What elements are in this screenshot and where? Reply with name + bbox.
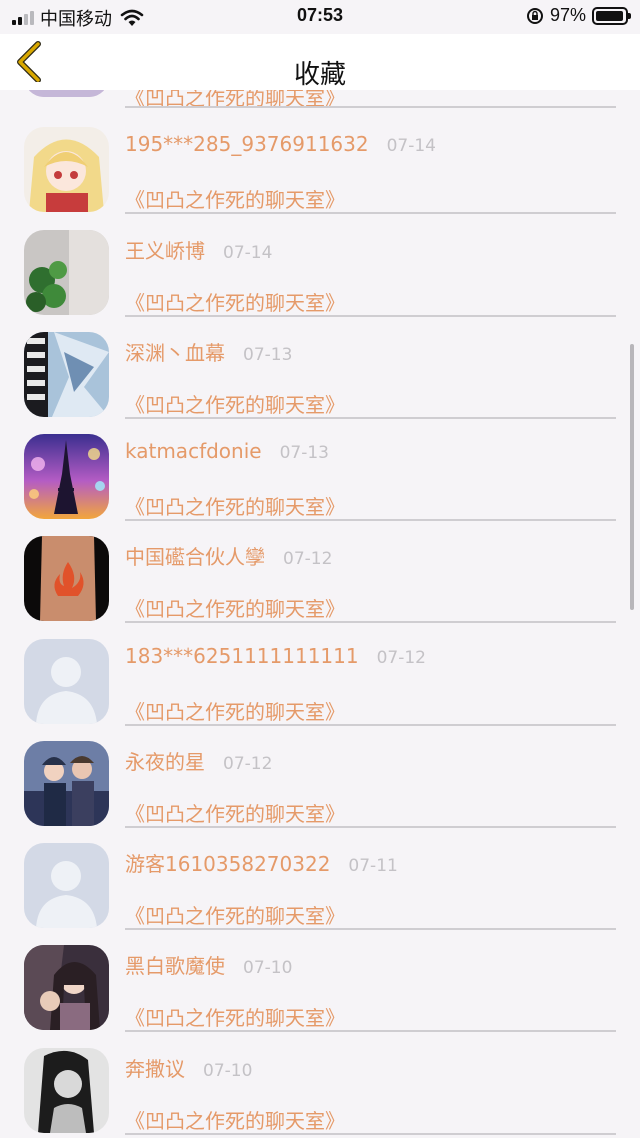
- list-item[interactable]: 中国礷合伙人孿 07-12 《凹凸之作死的聊天室》: [0, 536, 640, 641]
- favorites-list[interactable]: 《凹凸之作死的聊天室》 195***285_9376911632 07-14 《…: [0, 0, 640, 1138]
- date: 07-12: [283, 549, 333, 569]
- divider: [125, 212, 616, 214]
- avatar[interactable]: [24, 536, 109, 621]
- room-title[interactable]: 《凹凸之作死的聊天室》: [125, 900, 345, 929]
- divider: [125, 106, 616, 108]
- list-item[interactable]: 195***285_9376911632 07-14 《凹凸之作死的聊天室》: [0, 127, 640, 232]
- username[interactable]: 黑白歌魔使: [125, 950, 225, 979]
- avatar[interactable]: [24, 434, 109, 519]
- username[interactable]: 游客1610358270322: [125, 848, 330, 877]
- scrollbar[interactable]: [630, 344, 634, 610]
- username[interactable]: 王义峤博: [125, 235, 205, 264]
- status-bar: 中国移动 07:53 97%: [0, 0, 640, 34]
- date: 07-14: [386, 136, 436, 156]
- username[interactable]: 深渊丶血幕: [125, 337, 225, 366]
- divider: [125, 1133, 616, 1135]
- avatar[interactable]: [24, 639, 109, 724]
- avatar[interactable]: [24, 843, 109, 928]
- list-item[interactable]: 永夜的星 07-12 《凹凸之作死的聊天室》: [0, 741, 640, 846]
- username[interactable]: 中国礷合伙人孿: [125, 541, 265, 570]
- avatar[interactable]: [24, 1048, 109, 1133]
- navigation-bar: 收藏: [0, 34, 640, 90]
- username[interactable]: 183***6251111111111: [125, 644, 359, 668]
- room-title[interactable]: 《凹凸之作死的聊天室》: [125, 696, 345, 725]
- room-title[interactable]: 《凹凸之作死的聊天室》: [125, 593, 345, 622]
- date: 07-13: [243, 345, 293, 365]
- avatar[interactable]: [24, 127, 109, 212]
- username[interactable]: 永夜的星: [125, 746, 205, 775]
- rotation-lock-icon: [526, 7, 543, 24]
- avatar[interactable]: [24, 332, 109, 417]
- avatar[interactable]: [24, 230, 109, 315]
- avatar[interactable]: [24, 945, 109, 1030]
- room-title[interactable]: 《凹凸之作死的聊天室》: [125, 491, 345, 520]
- divider: [125, 1030, 616, 1032]
- divider: [125, 928, 616, 930]
- date: 07-14: [223, 243, 273, 263]
- divider: [125, 724, 616, 726]
- date: 07-10: [203, 1061, 253, 1081]
- divider: [125, 826, 616, 828]
- list-item[interactable]: 王义峤博 07-14 《凹凸之作死的聊天室》: [0, 230, 640, 335]
- room-title[interactable]: 《凹凸之作死的聊天室》: [125, 1105, 345, 1134]
- date: 07-12: [223, 754, 273, 774]
- divider: [125, 621, 616, 623]
- username[interactable]: katmacfdonie: [125, 439, 262, 463]
- username[interactable]: 195***285_9376911632: [125, 132, 369, 156]
- list-item[interactable]: 黑白歌魔使 07-10 《凹凸之作死的聊天室》: [0, 945, 640, 1050]
- divider: [125, 315, 616, 317]
- list-item[interactable]: 183***6251111111111 07-12 《凹凸之作死的聊天室》: [0, 639, 640, 744]
- room-title[interactable]: 《凹凸之作死的聊天室》: [125, 389, 345, 418]
- room-title[interactable]: 《凹凸之作死的聊天室》: [125, 287, 345, 316]
- avatar[interactable]: [24, 741, 109, 826]
- date: 07-13: [279, 443, 329, 463]
- divider: [125, 417, 616, 419]
- date: 07-12: [376, 648, 426, 668]
- list-item[interactable]: 奔撒议 07-10 《凹凸之作死的聊天室》: [0, 1048, 640, 1138]
- battery-icon: [592, 6, 631, 25]
- room-title[interactable]: 《凹凸之作死的聊天室》: [125, 1002, 345, 1031]
- list-item[interactable]: katmacfdonie 07-13 《凹凸之作死的聊天室》: [0, 434, 640, 539]
- username[interactable]: 奔撒议: [125, 1053, 185, 1082]
- room-title[interactable]: 《凹凸之作死的聊天室》: [125, 184, 345, 213]
- list-item[interactable]: 游客1610358270322 07-11 《凹凸之作死的聊天室》: [0, 843, 640, 948]
- page-title: 收藏: [293, 60, 346, 90]
- battery-percent: 97%: [549, 5, 586, 25]
- divider: [125, 519, 616, 521]
- date: 07-10: [243, 958, 293, 978]
- room-title[interactable]: 《凹凸之作死的聊天室》: [125, 798, 345, 827]
- list-item[interactable]: 深渊丶血幕 07-13 《凹凸之作死的聊天室》: [0, 332, 640, 437]
- date: 07-11: [348, 856, 398, 876]
